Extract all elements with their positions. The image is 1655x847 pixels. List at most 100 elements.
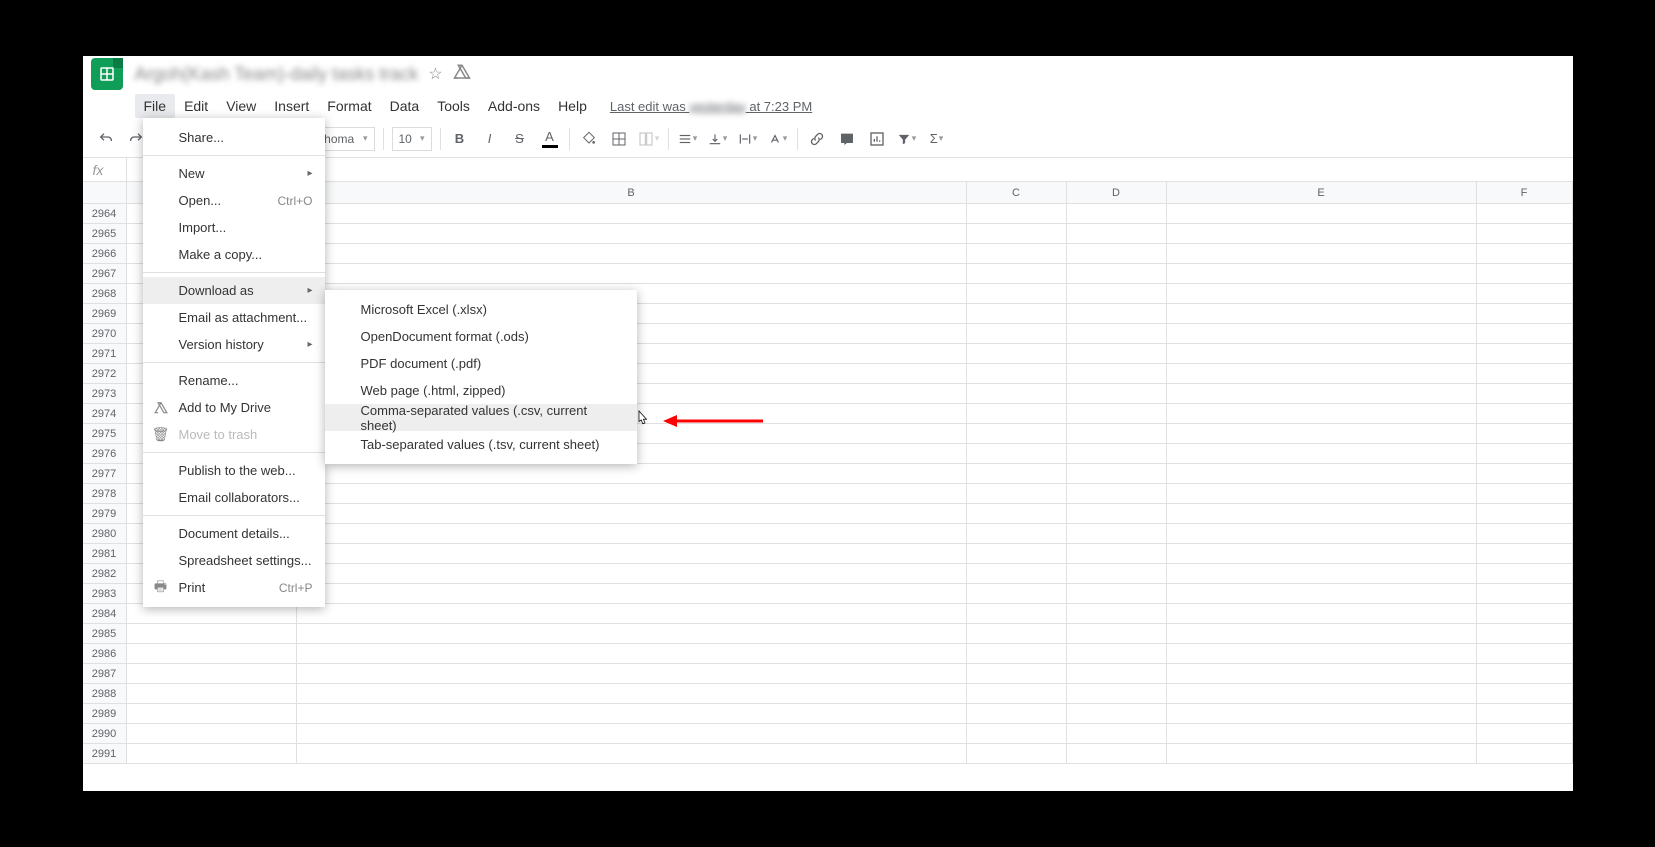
- cell[interactable]: [1477, 544, 1573, 564]
- column-header-e[interactable]: E: [1167, 182, 1477, 203]
- sheets-logo[interactable]: [91, 58, 123, 90]
- cell[interactable]: [1167, 544, 1477, 564]
- menu-item-document-details[interactable]: Document details...: [143, 520, 325, 547]
- cell[interactable]: [967, 644, 1067, 664]
- cell[interactable]: [1067, 724, 1167, 744]
- cell[interactable]: [1477, 724, 1573, 744]
- cell[interactable]: [297, 524, 967, 544]
- row-header[interactable]: 2985: [83, 624, 127, 644]
- row-header[interactable]: 2990: [83, 724, 127, 744]
- cell[interactable]: [1067, 324, 1167, 344]
- menu-item-share[interactable]: Share...: [143, 124, 325, 151]
- cell[interactable]: [297, 584, 967, 604]
- row-header[interactable]: 2987: [83, 664, 127, 684]
- submenu-item-tsv[interactable]: Tab-separated values (.tsv, current shee…: [325, 431, 637, 458]
- cell[interactable]: [1067, 204, 1167, 224]
- cell[interactable]: [967, 324, 1067, 344]
- cell[interactable]: [1477, 344, 1573, 364]
- submenu-item-html[interactable]: Web page (.html, zipped): [325, 377, 637, 404]
- menu-file[interactable]: File: [135, 94, 176, 118]
- row-header[interactable]: 2979: [83, 504, 127, 524]
- row-header[interactable]: 2978: [83, 484, 127, 504]
- row-header[interactable]: 2975: [83, 424, 127, 444]
- cell[interactable]: [1167, 744, 1477, 764]
- cell[interactable]: [967, 364, 1067, 384]
- cell[interactable]: [1067, 504, 1167, 524]
- cell[interactable]: [1477, 304, 1573, 324]
- cell[interactable]: [1067, 584, 1167, 604]
- cell[interactable]: [297, 244, 967, 264]
- row-header[interactable]: 2971: [83, 344, 127, 364]
- cell[interactable]: [1477, 384, 1573, 404]
- cell[interactable]: [1067, 604, 1167, 624]
- row-header[interactable]: 2988: [83, 684, 127, 704]
- cell[interactable]: [1167, 504, 1477, 524]
- row-header[interactable]: 2980: [83, 524, 127, 544]
- cell[interactable]: [297, 624, 967, 644]
- cell[interactable]: [1477, 684, 1573, 704]
- cell[interactable]: [1067, 224, 1167, 244]
- cell[interactable]: [127, 744, 297, 764]
- cell[interactable]: [967, 304, 1067, 324]
- menu-item-rename[interactable]: Rename...: [143, 367, 325, 394]
- submenu-item-ods[interactable]: OpenDocument format (.ods): [325, 323, 637, 350]
- row-header[interactable]: 2970: [83, 324, 127, 344]
- menu-addons[interactable]: Add-ons: [479, 94, 549, 118]
- menu-insert[interactable]: Insert: [265, 94, 318, 118]
- row-header[interactable]: 2991: [83, 744, 127, 764]
- menu-edit[interactable]: Edit: [175, 94, 217, 118]
- cell[interactable]: [1167, 584, 1477, 604]
- cell[interactable]: [1067, 384, 1167, 404]
- cell[interactable]: [1067, 704, 1167, 724]
- menu-view[interactable]: View: [217, 94, 265, 118]
- strikethrough-button[interactable]: S: [506, 125, 534, 153]
- horizontal-align-button[interactable]: ▾: [674, 125, 702, 153]
- cell[interactable]: [1477, 524, 1573, 544]
- cell[interactable]: [297, 704, 967, 724]
- cell[interactable]: [1167, 424, 1477, 444]
- column-header-d[interactable]: D: [1067, 182, 1167, 203]
- cell[interactable]: [1067, 264, 1167, 284]
- cell[interactable]: [1477, 424, 1573, 444]
- cell[interactable]: [297, 224, 967, 244]
- row-header[interactable]: 2973: [83, 384, 127, 404]
- cell[interactable]: [1167, 364, 1477, 384]
- cell[interactable]: [1477, 744, 1573, 764]
- cell[interactable]: [1167, 704, 1477, 724]
- cell[interactable]: [1167, 304, 1477, 324]
- cell[interactable]: [1477, 284, 1573, 304]
- cell[interactable]: [1167, 664, 1477, 684]
- cell[interactable]: [1067, 624, 1167, 644]
- menu-item-print[interactable]: 🖶PrintCtrl+P: [143, 574, 325, 601]
- submenu-item-pdf[interactable]: PDF document (.pdf): [325, 350, 637, 377]
- row-header[interactable]: 2977: [83, 464, 127, 484]
- cell[interactable]: [1167, 204, 1477, 224]
- cell[interactable]: [1167, 264, 1477, 284]
- cell[interactable]: [967, 684, 1067, 704]
- cell[interactable]: [297, 604, 967, 624]
- menu-help[interactable]: Help: [549, 94, 596, 118]
- row-header[interactable]: 2982: [83, 564, 127, 584]
- cell[interactable]: [967, 664, 1067, 684]
- menu-item-version-history[interactable]: Version history▸: [143, 331, 325, 358]
- insert-chart-button[interactable]: [863, 125, 891, 153]
- cell[interactable]: [297, 644, 967, 664]
- cell[interactable]: [1167, 524, 1477, 544]
- row-header[interactable]: 2964: [83, 204, 127, 224]
- cell[interactable]: [297, 204, 967, 224]
- menu-format[interactable]: Format: [318, 94, 380, 118]
- row-header[interactable]: 2986: [83, 644, 127, 664]
- column-header-b[interactable]: B: [297, 182, 967, 203]
- cell[interactable]: [967, 444, 1067, 464]
- cell[interactable]: [297, 744, 967, 764]
- row-header[interactable]: 2965: [83, 224, 127, 244]
- cell[interactable]: [1167, 724, 1477, 744]
- menu-tools[interactable]: Tools: [428, 94, 479, 118]
- cell[interactable]: [1067, 304, 1167, 324]
- menu-item-add-to-drive[interactable]: Add to My Drive: [143, 394, 325, 421]
- cell[interactable]: [1067, 364, 1167, 384]
- cell[interactable]: [1167, 444, 1477, 464]
- cell[interactable]: [1167, 624, 1477, 644]
- cell[interactable]: [1167, 284, 1477, 304]
- bold-button[interactable]: B: [446, 125, 474, 153]
